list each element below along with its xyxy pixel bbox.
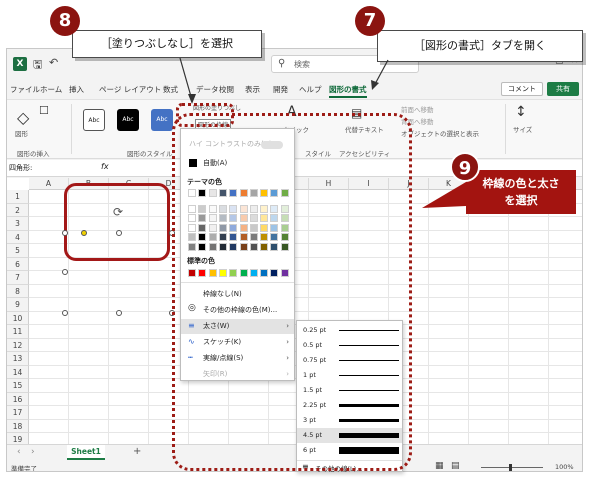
- comment-button[interactable]: コメント: [501, 82, 543, 96]
- prev-sheet-icon[interactable]: ‹: [17, 447, 21, 457]
- resize-handle[interactable]: [62, 230, 68, 236]
- step7-callout: ［図形の書式］タブを開く: [377, 30, 583, 62]
- tab-7[interactable]: 表示: [245, 84, 260, 95]
- row-header[interactable]: 13: [7, 352, 29, 366]
- style-sample-3[interactable]: Abc: [151, 109, 173, 131]
- fx-icon[interactable]: fx: [101, 162, 109, 171]
- row-header[interactable]: 7: [7, 271, 29, 285]
- selection-pane-button[interactable]: オブジェクトの選択と表示: [401, 128, 479, 138]
- tab-3[interactable]: ページ レイアウト: [99, 84, 161, 95]
- name-box[interactable]: 四角形:: [9, 162, 67, 174]
- share-button[interactable]: 共有: [547, 82, 579, 96]
- row-header[interactable]: 12: [7, 338, 29, 352]
- shape-label: 図形: [15, 130, 28, 138]
- resize-handle[interactable]: [62, 269, 68, 275]
- rounded-rectangle-shape[interactable]: [64, 183, 170, 261]
- bring-front-button[interactable]: 前面へ移動: [401, 104, 434, 114]
- tab-9[interactable]: ヘルプ: [299, 84, 322, 95]
- step9-line1: 枠線の色と太さ: [482, 177, 560, 190]
- dropdown-highlight: [172, 113, 412, 471]
- save-icon[interactable]: 🖫: [33, 56, 42, 75]
- row-header[interactable]: 2: [7, 203, 29, 217]
- separator: [505, 104, 506, 154]
- step7-badge: 7: [355, 6, 385, 36]
- row-header[interactable]: 19: [7, 433, 29, 444]
- style-sample-2[interactable]: Abc: [117, 109, 139, 131]
- ribbon-tabs: ファイル ホーム 挿入 ページ レイアウト 数式 データ 校閲 表示 開発 ヘルプ 図形の書式: [7, 81, 582, 99]
- step8-badge: 8: [50, 6, 80, 36]
- tab-8[interactable]: 開発: [273, 84, 288, 95]
- group-insert-label: 図形の挿入: [17, 150, 50, 158]
- step8-arrow: [179, 57, 196, 104]
- zoom-level: 100%: [555, 463, 574, 471]
- step9-line2: を選択: [504, 194, 538, 207]
- size-icon[interactable]: ↕: [515, 104, 527, 120]
- shapes-icon[interactable]: ◇: [17, 108, 29, 127]
- row-header[interactable]: 11: [7, 325, 29, 339]
- zoom-slider[interactable]: [481, 467, 543, 468]
- adjust-handle[interactable]: [81, 230, 87, 236]
- edit-shape-icon[interactable]: ☐: [39, 104, 49, 117]
- normal-view-icon[interactable]: ▦: [435, 461, 444, 471]
- tab-1[interactable]: ホーム: [40, 84, 62, 95]
- search-placeholder: 検索: [294, 60, 310, 69]
- resize-handle[interactable]: [62, 310, 68, 316]
- row-header[interactable]: 14: [7, 365, 29, 379]
- undo-icon[interactable]: ↶: [49, 56, 58, 69]
- zoom-slider-thumb[interactable]: [509, 464, 512, 471]
- step9-badge: 9: [450, 152, 480, 182]
- search-icon: ⚲: [278, 58, 286, 69]
- row-header[interactable]: 18: [7, 419, 29, 433]
- tab-0[interactable]: ファイル: [10, 84, 40, 95]
- add-sheet-button[interactable]: +: [133, 446, 141, 457]
- step7-arrow: [371, 59, 389, 90]
- separator: [71, 104, 72, 154]
- column-header[interactable]: A: [29, 178, 69, 190]
- row-header[interactable]: 1: [7, 190, 29, 204]
- resize-handle[interactable]: [116, 310, 122, 316]
- group-style-label: 図形のスタイル: [127, 150, 173, 158]
- row-header[interactable]: 3: [7, 217, 29, 231]
- row-header[interactable]: 17: [7, 406, 29, 420]
- row-header[interactable]: 16: [7, 392, 29, 406]
- sheet-tab-sheet1[interactable]: Sheet1: [67, 445, 105, 460]
- page-layout-icon[interactable]: ▤: [451, 461, 460, 471]
- row-header[interactable]: 4: [7, 230, 29, 244]
- row-header[interactable]: 10: [7, 311, 29, 325]
- size-label: サイズ: [513, 126, 533, 134]
- row-header[interactable]: 15: [7, 379, 29, 393]
- resize-handle[interactable]: [116, 230, 122, 236]
- status-ready: 準備完了: [11, 465, 37, 472]
- row-header[interactable]: 5: [7, 244, 29, 258]
- row-header[interactable]: 6: [7, 257, 29, 271]
- step9-callout: 枠線の色と太さ を選択: [466, 170, 576, 214]
- style-sample-1[interactable]: Abc: [83, 109, 105, 131]
- excel-logo-icon: X: [13, 57, 27, 71]
- row-header[interactable]: 9: [7, 298, 29, 312]
- next-sheet-icon[interactable]: ›: [31, 447, 35, 457]
- rotate-handle-icon[interactable]: ⟳: [113, 205, 123, 219]
- step9-pointer: [422, 182, 466, 208]
- row-header[interactable]: 8: [7, 284, 29, 298]
- tab-2[interactable]: 挿入: [69, 84, 84, 95]
- tab-6[interactable]: 校閲: [219, 84, 234, 95]
- step8-callout: ［塗りつぶしなし］を選択: [72, 30, 262, 58]
